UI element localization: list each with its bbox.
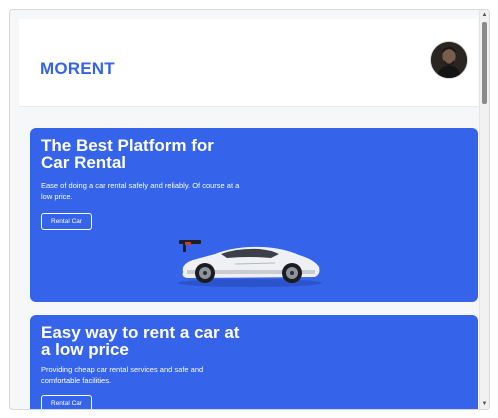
rental-car-button[interactable]: Rental Car: [41, 395, 93, 409]
scroll-up-arrow-icon[interactable]: ▲: [480, 10, 489, 20]
browser-frame: MORENT The Best Platform for Car Rental …: [9, 9, 490, 410]
rental-car-button[interactable]: Rental Car: [41, 213, 93, 230]
user-avatar[interactable]: [430, 41, 468, 79]
hero-card-easy-way: Easy way to rent a car at a low price Pr…: [30, 315, 478, 409]
scrollbar-thumb[interactable]: [482, 22, 487, 104]
hero-card-title: The Best Platform for Car Rental: [41, 136, 214, 172]
hero-card-title: Easy way to rent a car at a low price: [41, 323, 240, 359]
hero-card-description: Ease of doing a car rental safely and re…: [41, 181, 240, 201]
page-viewport: MORENT The Best Platform for Car Rental …: [19, 19, 478, 409]
sports-car-icon: [178, 240, 322, 287]
hero-card-description: Providing cheap car rental services and …: [41, 365, 204, 385]
avatar-photo-icon: [431, 42, 467, 78]
scroll-down-arrow-icon[interactable]: ▼: [480, 399, 489, 409]
navbar: MORENT: [19, 19, 478, 107]
brand-logo[interactable]: MORENT: [40, 59, 115, 79]
hero-card-best-platform: The Best Platform for Car Rental Ease of…: [30, 128, 478, 302]
vertical-scrollbar[interactable]: ▲ ▼: [479, 10, 489, 409]
